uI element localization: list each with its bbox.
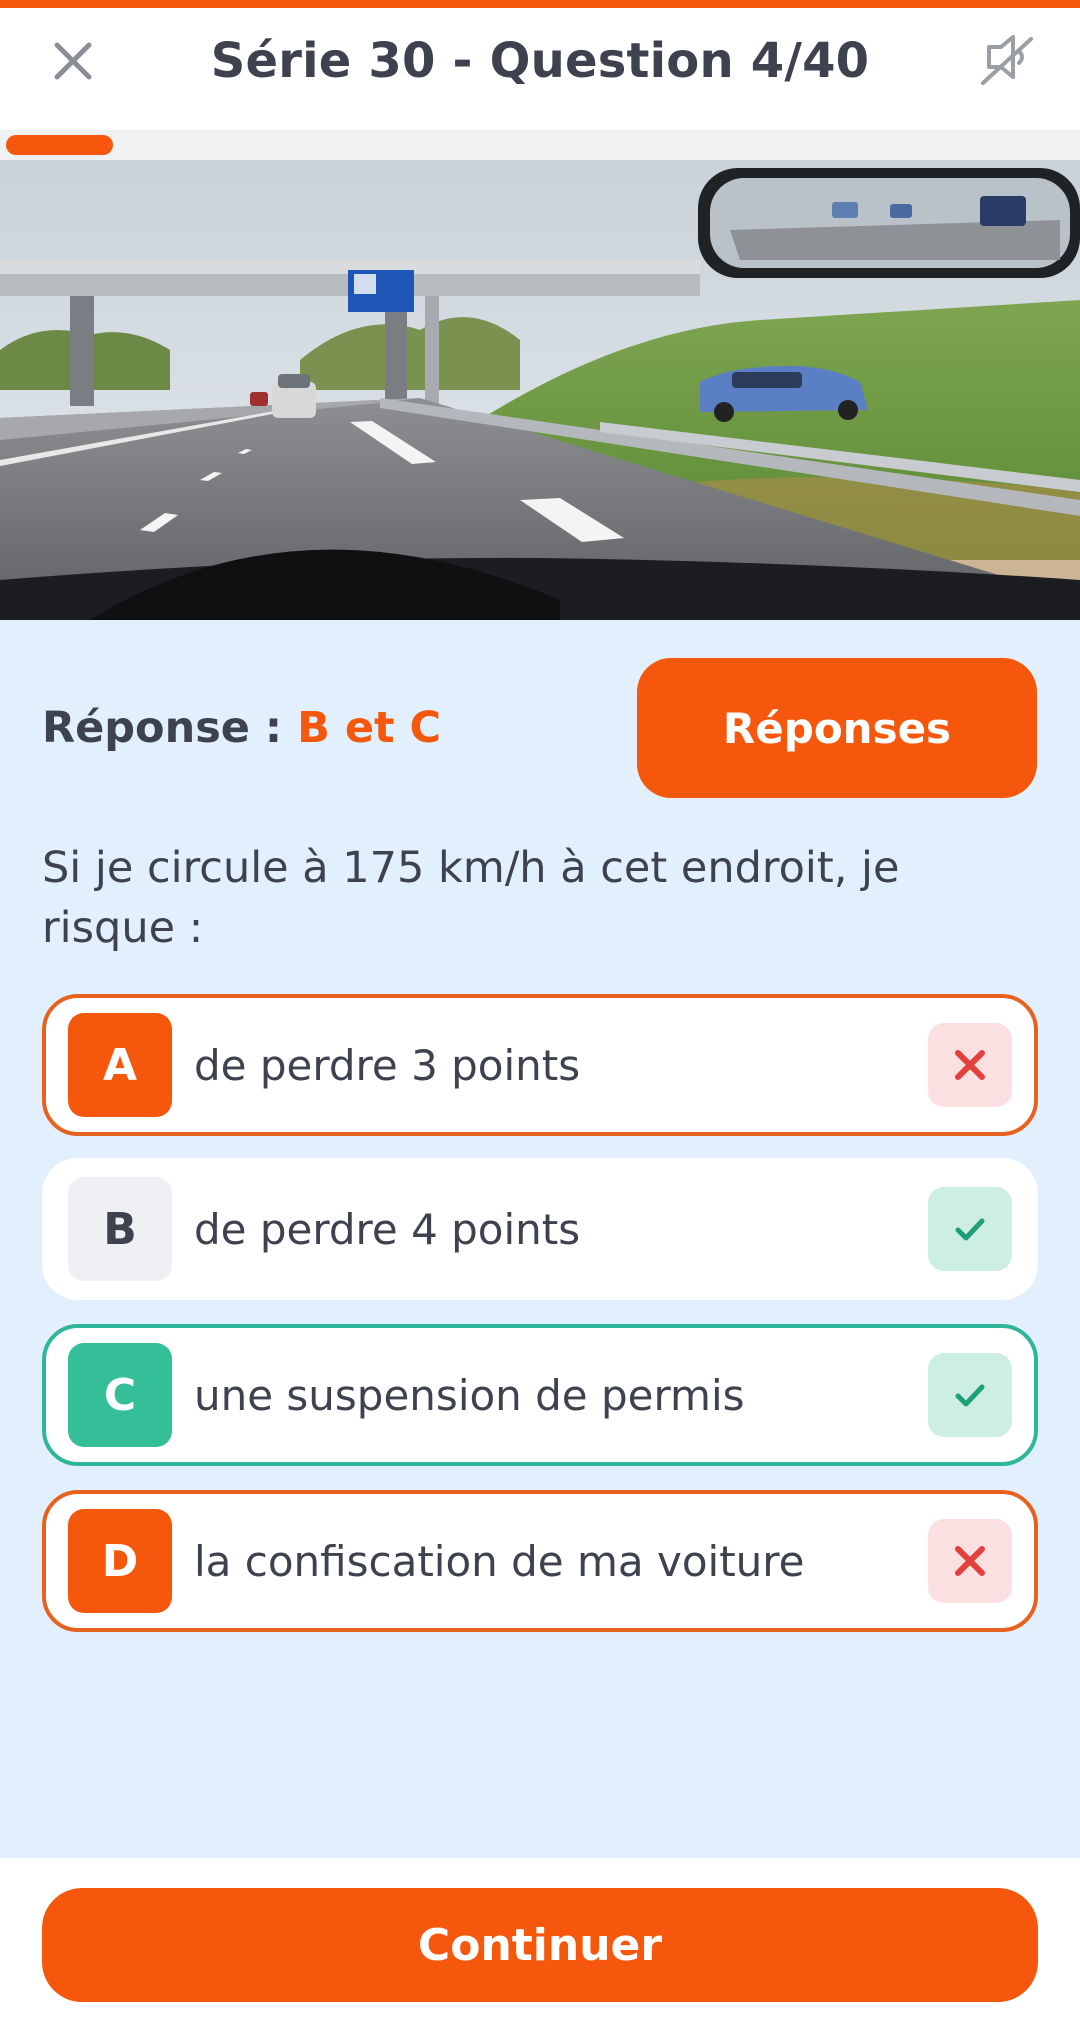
option-letter: B [68,1177,172,1281]
option-text: la confiscation de ma voiture [194,1536,805,1586]
question-panel: Réponse : B et C Réponses Si je circule … [0,620,1080,1858]
x-icon [955,1050,985,1080]
option-letter: C [68,1343,172,1447]
header: Série 30 - Question 4/40 [0,8,1080,120]
footer: Continuer [0,1858,1080,2044]
option-text: de perdre 3 points [194,1040,581,1090]
wrong-mark [928,1519,1012,1603]
progress-bar [0,130,1080,160]
option-c[interactable]: C une suspension de permis [42,1324,1038,1466]
answer-label: Réponse : [42,703,283,753]
correct-mark [928,1353,1012,1437]
progress-fill [6,135,113,155]
sound-toggle-button[interactable] [974,28,1040,94]
top-accent-bar [0,0,1080,8]
option-letter: D [68,1509,172,1613]
answer-summary: Réponse : B et C [42,700,441,756]
wrong-mark [928,1023,1012,1107]
option-b[interactable]: B de perdre 4 points [42,1158,1038,1300]
correct-mark [928,1187,1012,1271]
continue-button[interactable]: Continuer [42,1888,1038,2002]
option-text: de perdre 4 points [194,1204,581,1254]
question-photo [0,160,1080,620]
option-letter: A [68,1013,172,1117]
question-text: Si je circule à 175 km/h à cet endroit, … [42,843,900,953]
option-d[interactable]: D la confiscation de ma voiture [42,1490,1038,1632]
x-icon [955,1546,985,1576]
close-button[interactable] [42,30,104,92]
reponses-button[interactable]: Réponses [637,658,1037,798]
option-text: une suspension de permis [194,1370,745,1420]
check-icon [955,1384,985,1407]
option-a[interactable]: A de perdre 3 points [42,994,1038,1136]
check-icon [955,1218,985,1241]
close-icon [54,42,92,80]
sound-off-icon [981,35,1033,85]
page-title: Série 30 - Question 4/40 [210,33,870,89]
answer-value: B et C [297,703,442,753]
